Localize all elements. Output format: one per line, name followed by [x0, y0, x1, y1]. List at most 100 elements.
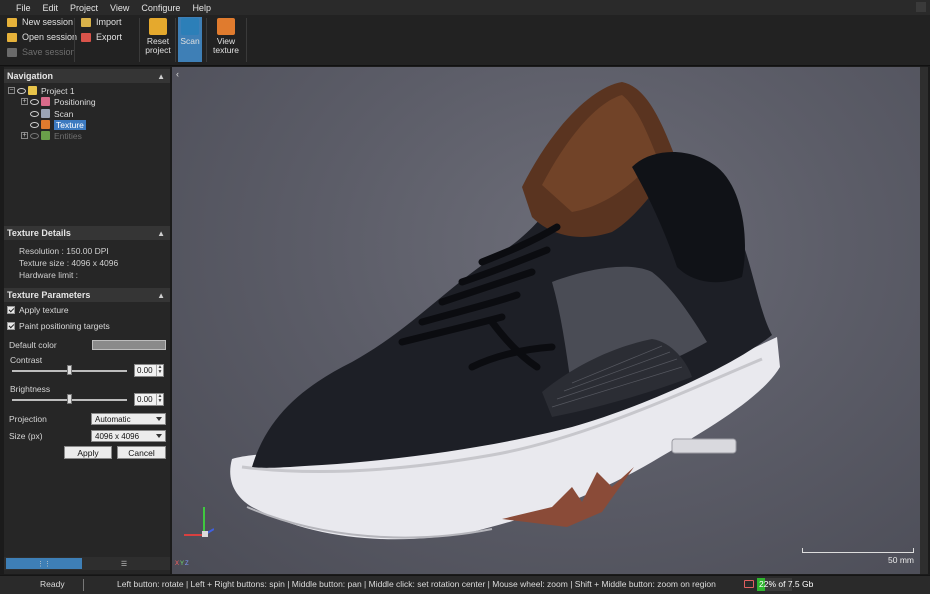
status-divider: [83, 579, 84, 591]
scale-bar: [802, 548, 914, 553]
eye-icon[interactable]: [17, 87, 26, 94]
export-label: Export: [96, 32, 123, 42]
expand-tree-icon[interactable]: +: [21, 132, 28, 139]
tree-item-label: Project 1: [41, 85, 75, 96]
tree-item-label: Texture: [54, 119, 86, 130]
scan-icon: [181, 18, 199, 35]
tree-item-entities[interactable]: + Entities: [21, 130, 82, 141]
collapse-tree-icon[interactable]: −: [8, 87, 15, 94]
collapse-icon[interactable]: ▲: [157, 229, 165, 238]
reset-project-label-line2: project: [145, 45, 171, 55]
window-control-button[interactable]: [916, 2, 926, 12]
toolbar-separator: [175, 18, 176, 62]
size-label: Size (px): [9, 431, 43, 441]
tree-item-label: Scan: [54, 108, 74, 119]
contrast-slider-handle[interactable]: [66, 365, 72, 375]
menu-help[interactable]: Help: [186, 3, 217, 13]
contrast-value: 0.00: [137, 366, 153, 375]
memory-usage-text: 22% of 7.5 Gb: [759, 579, 814, 589]
toolbar: New session Open session Save session Im…: [0, 15, 930, 66]
axis-labels: X Y Z: [175, 561, 189, 567]
toolbar-separator: [246, 18, 247, 62]
tree-item-texture[interactable]: Texture: [30, 119, 86, 130]
scan-button[interactable]: Scan: [178, 17, 202, 62]
export-icon: [81, 32, 91, 42]
collapse-icon[interactable]: ▲: [157, 291, 165, 300]
open-session-button[interactable]: Open session: [7, 30, 77, 44]
projection-dropdown[interactable]: Automatic: [91, 413, 166, 425]
menu-file[interactable]: File: [10, 3, 37, 13]
texture-params-header[interactable]: Texture Parameters ▲: [4, 288, 170, 302]
paint-targets-checkbox[interactable]: Paint positioning targets: [7, 321, 110, 331]
cancel-button[interactable]: Cancel: [117, 446, 166, 459]
eye-icon[interactable]: [30, 98, 39, 105]
size-value: 4096 x 4096: [95, 431, 140, 441]
save-session-button[interactable]: Save session: [7, 45, 76, 59]
menu-view[interactable]: View: [104, 3, 135, 13]
contrast-spinbox[interactable]: 0.00 ▲ ▼: [134, 364, 164, 377]
axis-z-label: Z: [185, 561, 189, 567]
menu-edit[interactable]: Edit: [37, 3, 65, 13]
contrast-label: Contrast: [10, 355, 43, 365]
brightness-spinbox[interactable]: 0.00 ▲ ▼: [134, 393, 164, 406]
eye-closed-icon[interactable]: [30, 132, 39, 139]
hardware-limit-text: Hardware limit :: [19, 270, 79, 280]
apply-texture-label: Apply texture: [19, 305, 69, 315]
reset-project-button[interactable]: Reset project: [144, 17, 172, 62]
import-label: Import: [96, 17, 122, 27]
texture-details-header[interactable]: Texture Details ▲: [4, 226, 170, 240]
viewport-side-strip: [920, 67, 928, 574]
scale-label: 50 mm: [888, 555, 914, 565]
apply-texture-checkbox[interactable]: Apply texture: [7, 305, 69, 315]
view-texture-button[interactable]: View texture: [211, 17, 241, 62]
save-icon: [7, 47, 17, 57]
tree-item-label: Entities: [54, 130, 82, 141]
checkbox-checked-icon[interactable]: [7, 322, 15, 330]
spin-arrows-icon[interactable]: ▲ ▼: [156, 365, 163, 376]
default-color-swatch[interactable]: [92, 340, 166, 350]
brightness-label: Brightness: [10, 384, 51, 394]
folder-icon: [7, 32, 17, 42]
chevron-down-icon: [156, 434, 162, 438]
axis-triad: [184, 507, 214, 537]
toolbar-separator: [139, 18, 140, 62]
memory-icon: [744, 580, 754, 588]
import-button[interactable]: Import: [81, 15, 122, 29]
checkbox-checked-icon[interactable]: [7, 306, 15, 314]
projection-value: Automatic: [95, 414, 131, 424]
brightness-slider-handle[interactable]: [66, 394, 72, 404]
new-session-button[interactable]: New session: [7, 15, 73, 29]
apply-button[interactable]: Apply: [64, 446, 112, 459]
eye-icon[interactable]: [30, 110, 39, 117]
axis-x-label: X: [175, 561, 180, 567]
size-dropdown[interactable]: 4096 x 4096: [91, 430, 166, 442]
axis-y-label: Y: [180, 561, 185, 567]
texture-details-title: Texture Details: [7, 228, 71, 238]
navigation-title: Navigation: [7, 71, 54, 81]
expand-tree-icon[interactable]: +: [21, 98, 28, 105]
tree-item-positioning[interactable]: + Positioning: [21, 96, 96, 107]
tab-tree-view[interactable]: ⋮⋮: [6, 558, 82, 569]
tree-item-scan[interactable]: Scan: [30, 108, 73, 119]
tree-item-project[interactable]: − Project 1: [8, 85, 75, 96]
3d-viewport[interactable]: ‹ X Y Z 50 mm: [172, 67, 920, 574]
panel-tabs: ⋮⋮ ☰: [4, 557, 170, 570]
collapse-icon[interactable]: ▲: [157, 72, 165, 81]
tab-list-view[interactable]: ☰: [86, 558, 162, 569]
menu-configure[interactable]: Configure: [135, 3, 186, 13]
tree-item-label: Positioning: [54, 96, 96, 107]
eye-icon[interactable]: [30, 121, 39, 128]
menu-project[interactable]: Project: [64, 3, 104, 13]
new-session-icon: [7, 17, 17, 27]
projection-label: Projection: [9, 414, 47, 424]
navigation-header[interactable]: Navigation ▲: [4, 69, 170, 83]
texture-params-title: Texture Parameters: [7, 290, 91, 300]
save-session-label: Save session: [22, 47, 76, 57]
status-bar: Ready Left button: rotate | Left + Right…: [0, 575, 930, 594]
export-button[interactable]: Export: [81, 30, 122, 44]
texture-icon: [41, 120, 50, 129]
spin-arrows-icon[interactable]: ▲ ▼: [156, 394, 163, 405]
import-icon: [81, 17, 91, 27]
view-texture-icon: [217, 18, 235, 35]
left-panel: Navigation ▲ − Project 1 + Positioning S…: [4, 67, 170, 574]
